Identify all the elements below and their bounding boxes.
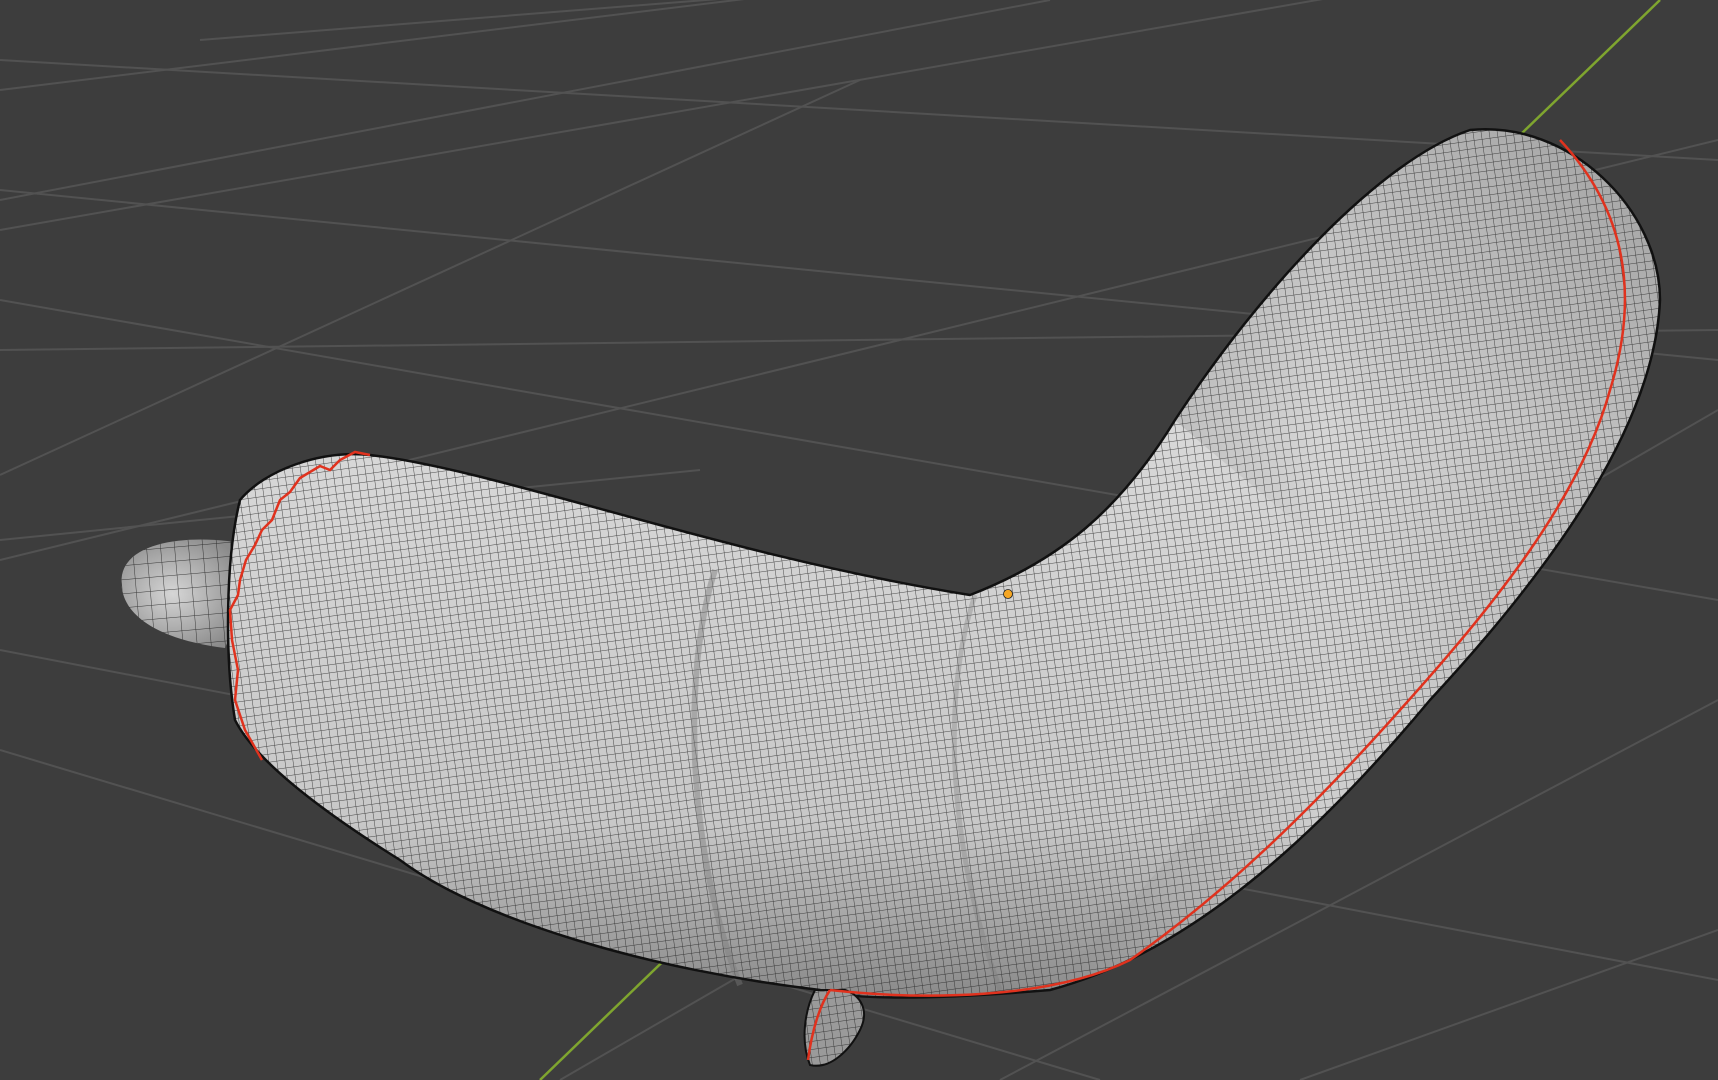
viewport-canvas[interactable]: [0, 0, 1718, 1080]
object-origin-point[interactable]: [1003, 589, 1013, 599]
3d-viewport[interactable]: [0, 0, 1718, 1080]
banana-body[interactable]: [226, 127, 1662, 999]
